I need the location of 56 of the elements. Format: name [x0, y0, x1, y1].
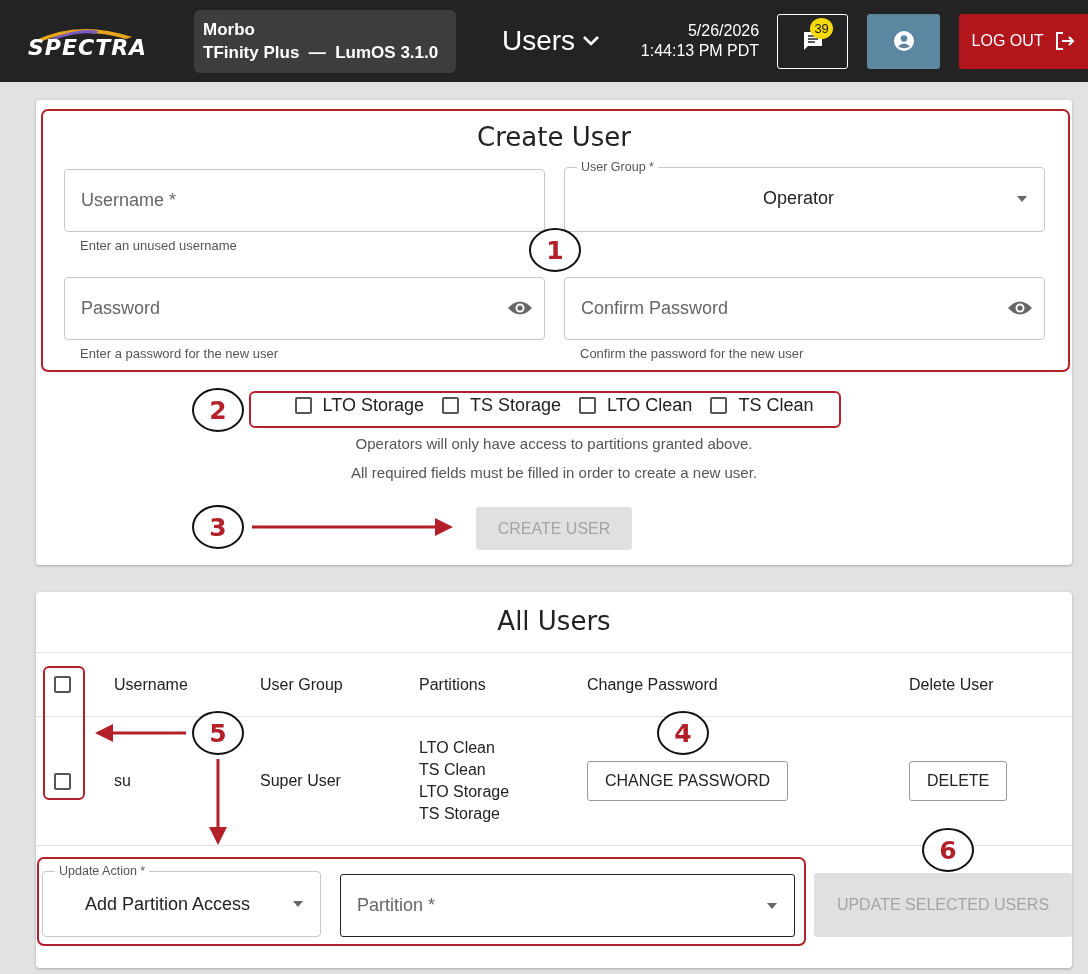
partition-name: TS Clean	[419, 761, 487, 779]
spectra-logo: SPECTRA	[28, 22, 148, 60]
select-field[interactable]: User Group * Operator	[564, 160, 1045, 232]
dropdown-icon	[1016, 194, 1028, 203]
select-all-checkbox[interactable]	[54, 676, 71, 693]
logout-icon	[1053, 30, 1076, 52]
callout-marker: 6	[922, 828, 974, 872]
row-checkbox[interactable]	[54, 772, 71, 790]
callout-marker: 5	[192, 711, 244, 755]
column-header: Change Password	[587, 675, 719, 694]
time-text: 1:44:13 PM PDT	[640, 42, 760, 60]
card-title: All Users	[36, 592, 1072, 653]
eye-icon[interactable]	[507, 299, 533, 317]
callout-marker: 2	[192, 388, 244, 432]
column-header: Delete User	[909, 675, 995, 694]
message-count-badge: 39	[810, 17, 834, 39]
logout-button[interactable]: LOG OUT	[959, 13, 1088, 69]
messages-button[interactable]: 39	[777, 13, 849, 69]
partition-checkbox[interactable]: LTO Clean	[579, 395, 693, 416]
page-menu[interactable]: Users	[502, 25, 602, 57]
partition-name: LTO Clean	[419, 739, 496, 757]
device-model: TFinity Plus — LumOS 3.1.0	[203, 42, 439, 64]
callout-marker: 3	[192, 505, 244, 549]
table-cell-text: Super User	[260, 772, 342, 790]
device-name: Morbo	[203, 18, 255, 40]
column-header: Username	[114, 675, 189, 694]
chevron-down-icon	[581, 34, 602, 48]
partition-checkbox[interactable]: TS Clean	[710, 395, 814, 416]
select-field[interactable]: Update Action * Add Partition Access	[42, 864, 321, 937]
partition-checkbox[interactable]: LTO Storage	[294, 395, 424, 416]
user-icon	[891, 29, 916, 53]
account-button[interactable]	[867, 13, 941, 69]
partition-checkbox[interactable]: TS Storage	[441, 395, 561, 416]
callout-marker: 4	[657, 711, 709, 755]
eye-icon[interactable]	[1007, 299, 1033, 317]
delete-button[interactable]: DELETE	[909, 761, 1008, 801]
input-field[interactable]: Confirm Password	[564, 277, 1045, 340]
helper-text: Enter a password for the new user	[80, 346, 279, 361]
column-header: Partitions	[419, 675, 487, 694]
helper-text: Enter an unused username	[80, 238, 238, 253]
partition-name: TS Storage	[419, 805, 501, 823]
card-title: Create User	[477, 122, 631, 152]
dropdown-icon	[292, 900, 304, 908]
input-field[interactable]: Username *	[64, 169, 545, 232]
partition-name: LTO Storage	[419, 783, 511, 801]
date-text: 5/26/2026	[687, 22, 760, 40]
dropdown-icon	[766, 901, 778, 910]
table-cell-text: su	[114, 772, 132, 790]
helper-text: Confirm the password for the new user	[580, 346, 805, 361]
callout-marker: 1	[529, 228, 581, 272]
input-field[interactable]: Password	[64, 277, 545, 340]
select-field[interactable]: Partition *	[340, 874, 795, 937]
info-text: All required fields must be filled in order to create a new user.	[350, 464, 757, 481]
column-header: User Group	[260, 675, 344, 694]
info-text: Operators will only have access to partitions granted above.	[355, 435, 753, 452]
change-password-button[interactable]: CHANGE PASSWORD	[587, 761, 789, 801]
